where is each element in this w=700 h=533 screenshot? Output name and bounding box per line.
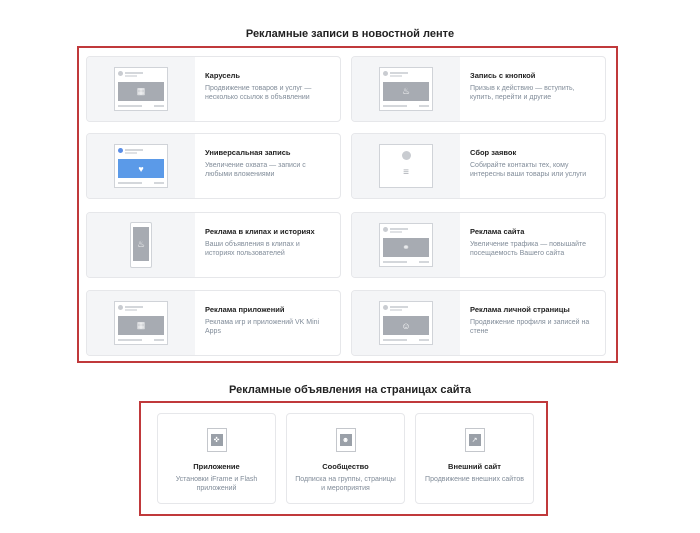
apps-grid-icon: ▦ bbox=[118, 316, 164, 335]
card-title: Сбор заявок bbox=[470, 148, 517, 157]
card-title: Приложение bbox=[193, 462, 240, 471]
feed-card-app-ad[interactable]: ▦ Реклама приложений Реклама игр и прило… bbox=[86, 290, 341, 356]
community-icon: ☻ bbox=[339, 434, 352, 446]
card-title: Реклама в клипах и историях bbox=[205, 227, 315, 236]
card-thumbnail: ▦ bbox=[87, 57, 195, 121]
carousel-icon: ▦ bbox=[118, 82, 164, 101]
feed-card-clips-stories[interactable]: ♨ Реклама в клипах и историях Ваши объяв… bbox=[86, 212, 341, 278]
card-thumbnail: ▦ bbox=[87, 291, 195, 355]
fire-icon: ♨ bbox=[383, 82, 429, 101]
heart-icon: ♥ bbox=[118, 159, 164, 178]
card-title: Реклама личной страницы bbox=[470, 305, 570, 314]
card-title: Сообщество bbox=[322, 462, 369, 471]
card-thumbnail: ♥ bbox=[87, 134, 195, 198]
card-description: Увеличение трафика — повышайте посещаемо… bbox=[470, 241, 587, 257]
phone-fire-icon: ♨ bbox=[133, 227, 149, 261]
card-thumbnail: ♨ bbox=[352, 57, 460, 121]
site-card-application[interactable]: ✜ Приложение Установки iFrame и Flash пр… bbox=[157, 413, 276, 504]
feed-card-website-ad[interactable]: ⚭ Реклама сайта Увеличение трафика — пов… bbox=[351, 212, 606, 278]
card-description: Продвижение товаров и услуг — несколько … bbox=[205, 85, 312, 101]
link-icon: ⚭ bbox=[383, 238, 429, 257]
card-title: Универсальная запись bbox=[205, 148, 291, 157]
card-title: Реклама сайта bbox=[470, 227, 525, 236]
card-thumbnail: ⚭ bbox=[352, 213, 460, 277]
card-title: Реклама приложений bbox=[205, 305, 285, 314]
card-description: Установки iFrame и Flash приложений bbox=[175, 476, 258, 492]
gamepad-icon: ✜ bbox=[210, 434, 223, 446]
card-thumbnail: ♨ bbox=[87, 213, 195, 277]
feed-card-personal-page[interactable]: ☺ Реклама личной страницы Продвижение пр… bbox=[351, 290, 606, 356]
site-section-title: Рекламные объявления на страницах сайта bbox=[229, 384, 471, 396]
person-icon: ☺ bbox=[383, 316, 429, 335]
card-title: Запись с кнопкой bbox=[470, 71, 536, 80]
card-description: Собирайте контакты тех, кому интересны в… bbox=[470, 162, 587, 178]
feed-card-lead-form[interactable]: ≡ Сбор заявок Собирайте контакты тех, ко… bbox=[351, 133, 606, 199]
card-description: Продвижение профиля и записей на стене bbox=[470, 319, 590, 335]
card-description: Увеличение охвата — записи с любыми влож… bbox=[205, 162, 306, 178]
form-icon: ≡ bbox=[383, 163, 429, 181]
external-link-icon: ↗ bbox=[468, 434, 481, 446]
card-description: Подписка на группы, страницы и мероприят… bbox=[295, 476, 396, 492]
feed-card-universal-post[interactable]: ♥ Универсальная запись Увеличение охвата… bbox=[86, 133, 341, 199]
card-description: Продвижение внешних сайтов bbox=[425, 476, 524, 483]
card-title: Внешний сайт bbox=[448, 462, 501, 471]
site-card-external-site[interactable]: ↗ Внешний сайт Продвижение внешних сайто… bbox=[415, 413, 534, 504]
card-description: Реклама игр и приложений VK Mini Apps bbox=[205, 319, 320, 335]
feed-section-title: Рекламные записи в новостной ленте bbox=[245, 28, 455, 40]
card-thumbnail: ≡ bbox=[352, 134, 460, 198]
feed-card-carousel[interactable]: ▦ Карусель Продвижение товаров и услуг —… bbox=[86, 56, 341, 122]
card-description: Ваши объявления в клипах и историях поль… bbox=[205, 241, 300, 257]
feed-card-button-post[interactable]: ♨ Запись с кнопкой Призыв к действию — в… bbox=[351, 56, 606, 122]
card-description: Призыв к действию — вступить, купить, пе… bbox=[470, 85, 575, 101]
site-card-community[interactable]: ☻ Сообщество Подписка на группы, страниц… bbox=[286, 413, 405, 504]
card-thumbnail: ☺ bbox=[352, 291, 460, 355]
card-title: Карусель bbox=[205, 71, 241, 80]
